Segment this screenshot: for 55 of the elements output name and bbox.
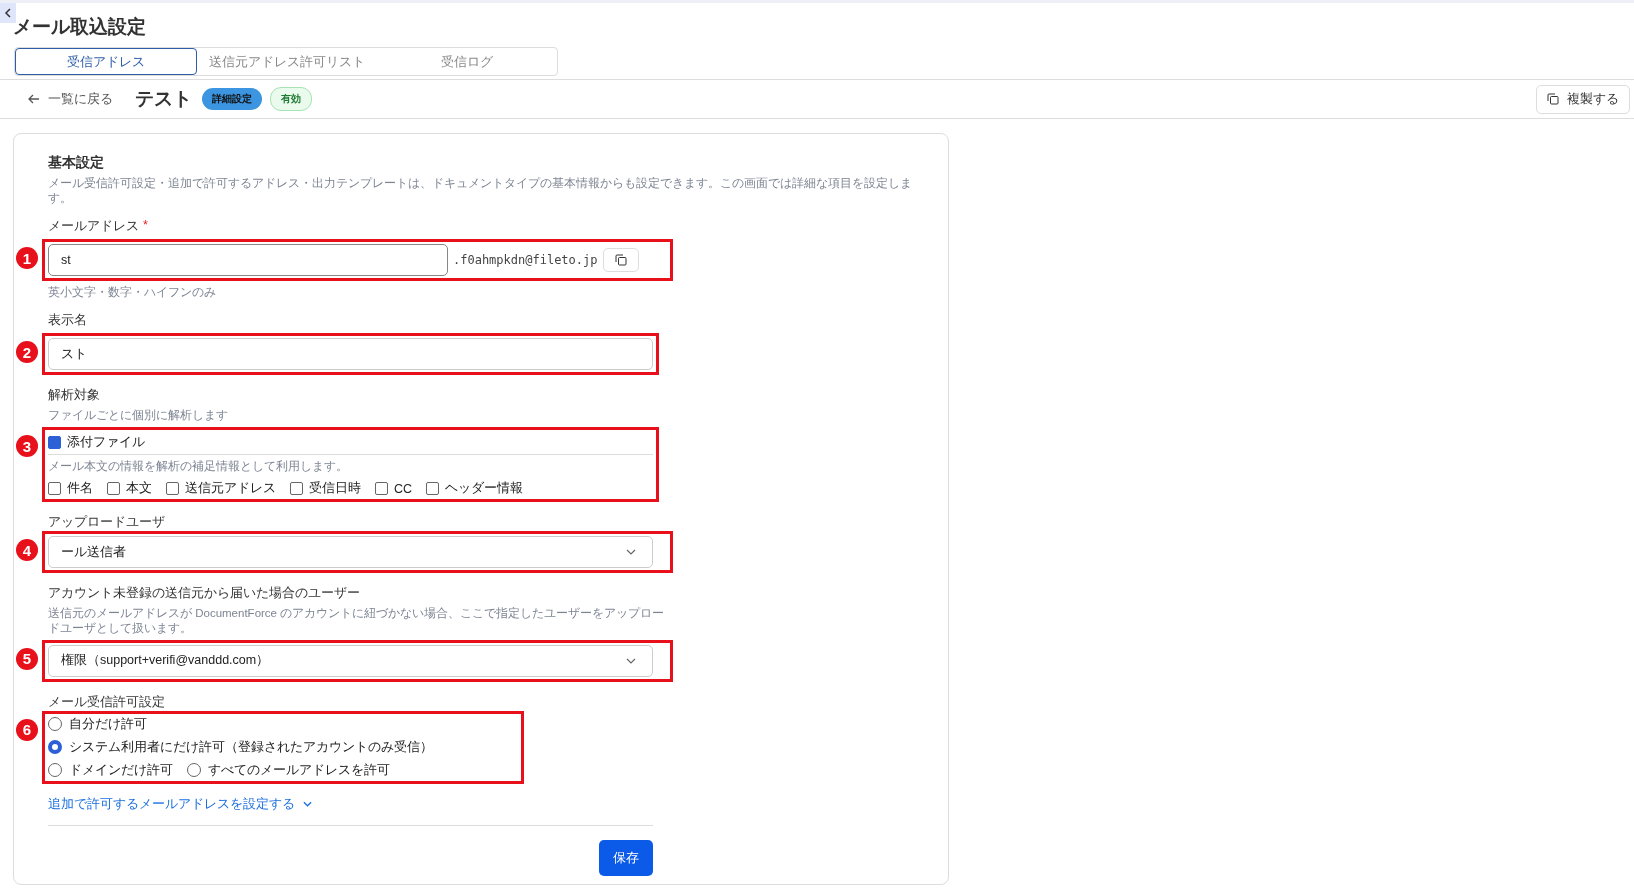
display-name-field[interactable]: スト bbox=[48, 338, 653, 370]
field-label: アカウント未登録の送信元から届いた場合のユーザー bbox=[48, 585, 360, 602]
permission-radio[interactable]: すべてのメールアドレスを許可 bbox=[187, 761, 390, 779]
field-description: ファイルごとに個別に解析します bbox=[48, 408, 229, 423]
option-checkbox[interactable]: CC bbox=[375, 480, 413, 497]
option-checkbox[interactable]: ヘッダー情報 bbox=[426, 480, 524, 497]
field-hint: 英小文字・数字・ハイフンのみ bbox=[48, 285, 216, 300]
annotation-number: 4 bbox=[16, 539, 38, 561]
field-description: 送信元のメールアドレスが DocumentForce のアカウントに紐づかない場合、ここで指定したユーザーをアップロードユーザとして扱います。 bbox=[48, 606, 666, 636]
field-description: メール本文の情報を解析の補足情報として利用します。 bbox=[48, 459, 349, 474]
annotation-number: 2 bbox=[16, 341, 38, 363]
collapse-button[interactable] bbox=[0, 3, 16, 23]
field-label: 解析対象 bbox=[48, 387, 100, 404]
field-label: メールアドレス bbox=[48, 218, 139, 235]
field-label: 表示名 bbox=[48, 312, 87, 329]
section-title: 基本設定 bbox=[48, 154, 105, 172]
back-link[interactable]: 一覧に戻る bbox=[28, 90, 113, 108]
email-input-field[interactable]: st bbox=[48, 244, 448, 276]
additional-addresses-link[interactable]: 追加で許可するメールアドレスを設定する bbox=[48, 795, 312, 813]
annotation-number: 6 bbox=[16, 718, 38, 741]
option-checkbox[interactable]: 本文 bbox=[107, 480, 152, 497]
permission-radio[interactable]: 自分だけ許可 bbox=[48, 715, 147, 733]
option-checkbox[interactable]: 受信日時 bbox=[290, 480, 361, 497]
chevron-down-icon bbox=[303, 801, 312, 808]
copy-icon bbox=[1547, 93, 1559, 105]
field-label: アップロードユーザ bbox=[48, 514, 165, 531]
chevron-left-icon bbox=[4, 8, 12, 18]
save-button[interactable]: 保存 bbox=[599, 839, 653, 876]
fallback-user-select[interactable]: 権限（support+verifi@vanddd.com） bbox=[48, 644, 653, 677]
copy-icon bbox=[614, 254, 627, 266]
permission-radio[interactable]: ドメインだけ許可 bbox=[48, 761, 173, 779]
option-checkbox[interactable]: 件名 bbox=[48, 480, 93, 497]
arrow-left-icon bbox=[28, 94, 40, 104]
annotation-number: 1 bbox=[16, 247, 38, 269]
copy-button[interactable] bbox=[602, 248, 639, 272]
attachment-checkbox[interactable]: 添付ファイル bbox=[48, 432, 145, 452]
status-badge: 詳細設定 bbox=[202, 88, 262, 110]
chevron-down-icon bbox=[626, 657, 636, 664]
chevron-down-icon bbox=[626, 549, 636, 555]
field-label: メール受信許可設定 bbox=[48, 693, 165, 711]
tab[interactable]: 受信アドレス bbox=[15, 48, 197, 75]
annotation-number: 3 bbox=[16, 435, 38, 457]
email-domain: .f0ahmpkdn@fileto.jp bbox=[453, 253, 598, 267]
tab[interactable]: 送信元アドレス許可リスト bbox=[197, 48, 377, 75]
permission-radio[interactable]: システム利用者にだけ許可（登録されたアカウントのみ受信） bbox=[48, 738, 433, 756]
required-mark: * bbox=[143, 218, 148, 234]
upload-user-select[interactable]: ール送信者 bbox=[48, 536, 653, 568]
status-badge: 有効 bbox=[270, 87, 312, 111]
record-title: テスト bbox=[135, 87, 192, 111]
section-description: メール受信許可設定・追加で許可するアドレス・出力テンプレートは、ドキュメントタイプの基本情報からも設定できます。この画面では詳細な項目を設定します。 bbox=[48, 176, 913, 206]
annotation-number: 5 bbox=[16, 647, 38, 670]
option-checkbox[interactable]: 送信元アドレス bbox=[166, 480, 276, 497]
tab[interactable]: 受信ログ bbox=[377, 48, 557, 75]
page-title: メール取込設定 bbox=[13, 15, 147, 39]
duplicate-button[interactable]: 複製する bbox=[1536, 84, 1630, 114]
